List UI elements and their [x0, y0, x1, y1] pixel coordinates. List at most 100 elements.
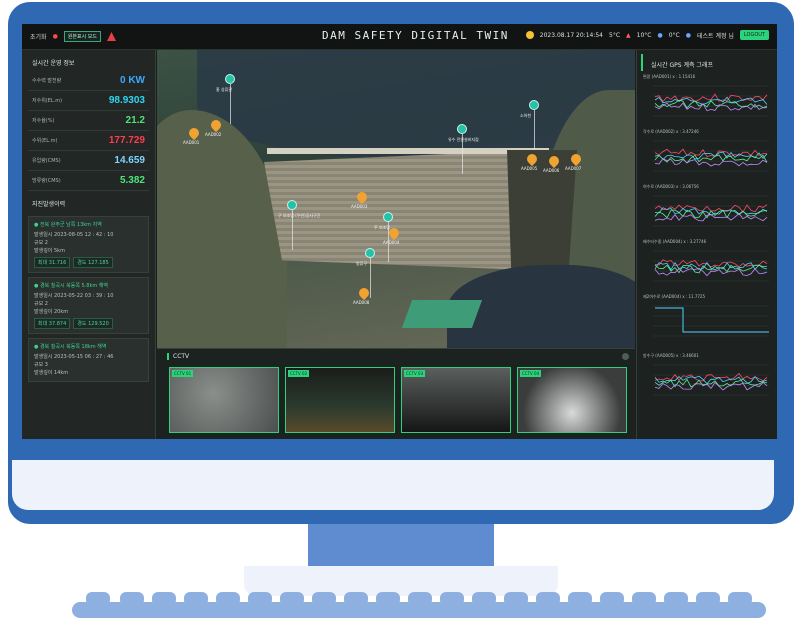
gps-graph[interactable]: 배수터수중 (AAD004) x : 3.27746	[643, 239, 771, 291]
earthquake-depth-row: 발생깊이 14km	[34, 369, 143, 377]
keyboard-key	[344, 592, 368, 606]
reset-label[interactable]: 초기화	[30, 32, 47, 41]
keyboard-key	[632, 592, 656, 606]
collapse-icon[interactable]	[622, 353, 629, 360]
sensor-pin-icon[interactable]: AAD006	[543, 153, 562, 173]
metric-row: 방류량(CMS) 5.382	[28, 171, 149, 191]
keyboard-illustration	[72, 592, 766, 618]
earthquake-coordinate-tag: 최대 31.716	[34, 257, 71, 268]
sensor-pin-icon[interactable]: AAD007	[565, 151, 584, 171]
metric-label: 저수율(%)	[32, 118, 55, 124]
alarm-icon[interactable]	[107, 32, 117, 41]
cctv-camera-icon[interactable]: 구 보조댐 (우안)공사구간	[278, 200, 320, 218]
earthquake-title: ● 전북 완주군 남쪽 13km 지역	[34, 222, 102, 228]
cctv-camera-icon[interactable]: 홍 상류관	[216, 74, 235, 92]
keyboard-key	[120, 592, 144, 606]
sensor-pin-icon[interactable]: AAD004	[383, 225, 402, 245]
sensor-pin-icon[interactable]: AAD002	[205, 117, 224, 137]
gps-graph[interactable]: 제2여수로 (AAD004) x : 11.7725	[643, 294, 771, 350]
keyboard-key	[696, 592, 720, 606]
earthquake-coordinate-tag: 최대 37.874	[34, 318, 71, 329]
metric-value: 98.9303	[108, 95, 145, 106]
graph-trace	[654, 209, 768, 219]
metric-value: 21.2	[125, 115, 145, 126]
gps-graph[interactable]: 여수로 (AAD003) x : 3.06756	[643, 184, 771, 236]
earthquake-time-row: 발생일시 2023-05-22 03 : 39 : 10	[34, 292, 143, 300]
cctv-feed[interactable]: CCTV 03	[401, 367, 511, 433]
metric-row: 수수력 발전량 0 KW	[28, 71, 149, 91]
metric-row: 수위(EL.m) 177.729	[28, 131, 149, 151]
user-name: 테스트 계정 님	[696, 32, 734, 40]
metric-value: 0 KW	[120, 75, 145, 86]
user-icon: ●	[685, 31, 691, 39]
graph-trace	[655, 307, 769, 333]
cctv-camera-icon[interactable]: 주 보조댐	[374, 212, 393, 230]
metric-label: 방류량(CMS)	[32, 178, 61, 184]
weather-sun-icon	[525, 31, 534, 39]
pin-marker-icon	[186, 125, 202, 141]
dam-3d-view[interactable]: AAD001 AAD002 AAD003 AAD004 AAD005 AAD006 AAD0…	[157, 50, 635, 350]
pin-label: AAD004	[383, 240, 400, 245]
sensor-pin-icon[interactable]: AAD003	[351, 189, 370, 209]
gps-graph[interactable]: 각수로 (AAD002) x : 3.47246	[643, 129, 771, 181]
gps-graph-plot	[653, 140, 769, 172]
cctv-feed[interactable]: CCTV 04	[517, 367, 627, 433]
keyboard-key	[248, 592, 272, 606]
keyboard-key	[312, 592, 336, 606]
camera-label: 주 보조댐	[374, 225, 390, 230]
earthquake-card[interactable]: ● 전북 완주군 남쪽 13km 지역 발생일시 2023-08-05 12 : …	[28, 216, 149, 273]
left-panel: 실시간 운영 정보 수수력 발전량 0 KW 저수위(EL.m) 98.9303 저수율…	[22, 50, 156, 439]
cctv-feed[interactable]: CCTV 02	[285, 367, 395, 433]
pin-label: AAD008	[353, 300, 370, 305]
cctv-title: CCTV	[167, 353, 189, 360]
logout-button[interactable]: LOGOUT	[739, 30, 769, 40]
earthquake-depth-row: 발생깊이 5km	[34, 247, 143, 255]
metric-value: 14.659	[114, 155, 145, 166]
gps-graph[interactable]: 편광 (AAD001) x : 1.15416	[643, 74, 771, 126]
temperature-1: 5°C	[609, 31, 621, 39]
mode-button[interactable]: 원본표시 모드	[63, 31, 102, 42]
temperature-3: 0°C	[668, 31, 680, 39]
pin-marker-icon	[208, 117, 224, 133]
sensor-pin-icon[interactable]: AAD005	[521, 151, 540, 171]
earthquake-card[interactable]: ● 경북 칠곡시 북동쪽 5.8km 해역 발생일시 2023-05-22 03 …	[28, 277, 149, 334]
graph-trace	[654, 212, 768, 222]
cctv-camera-icon[interactable]: 방류구	[356, 248, 375, 266]
keyboard-key	[408, 592, 432, 606]
gps-graph-plot	[653, 364, 769, 396]
camera-label: 홍 상류관	[216, 87, 232, 92]
metric-label: 저수위(EL.m)	[32, 98, 63, 104]
metric-label: 유입량(CMS)	[32, 158, 61, 164]
earthquake-time-label: 발생일시	[34, 293, 53, 299]
pin-label: AAD003	[351, 204, 368, 209]
gps-graph-label: 제2여수로 (AAD004) x : 11.7725	[643, 294, 706, 299]
sensor-pin-icon[interactable]: AAD001	[183, 125, 202, 145]
metric-label: 수수력 발전량	[32, 78, 62, 84]
keyboard-key	[568, 592, 592, 606]
earthquake-history-title: 지진발생이력	[32, 201, 66, 208]
camera-label: 구 보조댐 (우안)공사구간	[278, 213, 321, 218]
cctv-panel: CCTV CCTV 01 CCTV 02 CCTV 03 CCTV 04	[157, 348, 635, 439]
cctv-camera-icon[interactable]: 유수 전원설비지점	[448, 124, 479, 142]
pin-marker-icon	[356, 285, 372, 301]
earthquake-magnitude-label: 규모	[34, 240, 44, 246]
temperature-high-icon: ▲	[626, 31, 631, 39]
graph-trace	[654, 154, 768, 164]
pin-label: AAD007	[565, 166, 582, 171]
sensor-pin-icon[interactable]: AAD008	[353, 285, 372, 305]
gps-graph[interactable]: 방수구 (AAD005) x : 3.46601	[643, 353, 771, 405]
metric-row: 유입량(CMS) 14.659	[28, 151, 149, 171]
earthquake-time-label: 발생일시	[34, 354, 53, 360]
earthquake-magnitude-value: 2	[44, 301, 48, 307]
earthquake-card[interactable]: ● 경북 칠곡시 북동쪽 18km 해역 발생일시 2023-05-15 06 :…	[28, 338, 149, 382]
pin-marker-icon	[568, 151, 584, 167]
gps-graph-label: 배수터수중 (AAD004) x : 3.27746	[643, 239, 707, 244]
camera-label: 소하천	[520, 113, 532, 118]
keyboard-key	[376, 592, 400, 606]
right-panel: 실시간 GPS 계측 그래프 편광 (AAD001) x : 1.15416 각수…	[636, 50, 777, 439]
cctv-camera-icon[interactable]: 소하천	[520, 100, 539, 118]
monitor-stand	[308, 524, 494, 568]
metric-row: 저수위(EL.m) 98.9303	[28, 91, 149, 111]
cctv-feed[interactable]: CCTV 01	[169, 367, 279, 433]
gps-graph-label: 여수로 (AAD003) x : 3.06756	[643, 184, 699, 189]
